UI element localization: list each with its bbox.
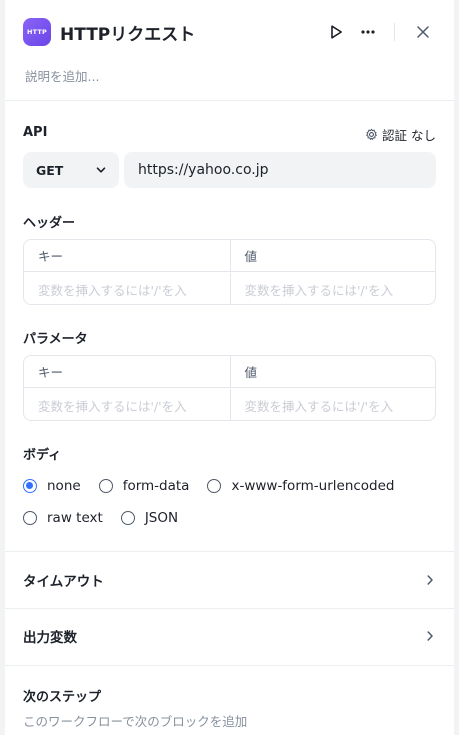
col-key: キー: [38, 249, 64, 264]
output-variables-toggle[interactable]: 出力変数: [5, 608, 454, 664]
divider: [5, 665, 454, 666]
chevron-down-icon: [96, 167, 106, 173]
more-icon: [361, 30, 375, 34]
url-value: https://yahoo.co.jp: [138, 162, 269, 178]
output-label: 出力変数: [23, 630, 77, 646]
panel-header: HTTP HTTPリクエスト: [5, 0, 454, 64]
radio-dot-selected: [23, 479, 37, 493]
table-row: 変数を挿入するには'/'を入 変数を挿入するには'/'を入: [24, 273, 436, 304]
api-label: API: [23, 125, 48, 140]
next-step-label: 次のステップ: [23, 690, 102, 705]
radio-dot: [207, 479, 222, 493]
more-button[interactable]: [356, 20, 380, 44]
table-row: 変数を挿入するには'/'を入 変数を挿入するには'/'を入: [24, 389, 436, 420]
description-input[interactable]: 説明を追加...: [25, 66, 99, 85]
timeout-label: タイムアウト: [23, 574, 104, 590]
radio-none[interactable]: none: [23, 478, 81, 494]
table-header-row: キー 値: [24, 240, 435, 272]
divider: [5, 100, 454, 101]
http-request-panel: HTTP HTTPリクエスト 説明を追加... API 認証 なし GET ht…: [5, 0, 454, 735]
params-table: キー 値 変数を挿入するには'/'を入 変数を挿入するには'/'を入: [23, 355, 436, 421]
col-value: 値: [229, 356, 436, 387]
gear-icon: [366, 128, 377, 140]
close-icon: [417, 26, 429, 38]
add-next-block-link[interactable]: このワークフローで次のブロックを追加: [23, 711, 247, 730]
body-type-radios-row2: raw text JSON: [23, 510, 196, 526]
timeout-section-toggle[interactable]: タイムアウト: [5, 552, 454, 608]
radio-form-data[interactable]: form-data: [98, 478, 189, 494]
header-divider: [394, 23, 395, 41]
url-input[interactable]: https://yahoo.co.jp: [124, 152, 436, 188]
panel-title: HTTPリクエスト: [60, 25, 196, 45]
col-value: 値: [229, 240, 436, 271]
headers-label: ヘッダー: [23, 216, 76, 231]
auth-settings-button[interactable]: 認証 なし: [365, 125, 436, 144]
body-type-radios-row1: none form-data x-www-form-urlencoded: [23, 478, 413, 494]
http-app-icon: HTTP: [23, 18, 51, 46]
chevron-right-icon: [427, 575, 433, 585]
run-button[interactable]: [324, 20, 348, 44]
param-value-input[interactable]: 変数を挿入するには'/'を入: [229, 389, 436, 420]
close-button[interactable]: [411, 20, 435, 44]
play-icon: [331, 25, 342, 39]
col-key: キー: [38, 365, 64, 380]
radio-urlencoded[interactable]: x-www-form-urlencoded: [207, 478, 395, 494]
radio-dot: [98, 479, 113, 493]
radio-raw-text[interactable]: raw text: [23, 510, 103, 526]
method-value: GET: [36, 162, 64, 178]
params-label: パラメータ: [23, 332, 88, 347]
auth-label: 認証 なし: [382, 128, 436, 143]
param-key-input[interactable]: 変数を挿入するには'/'を入: [24, 389, 230, 420]
chevron-right-icon: [427, 631, 433, 641]
headers-table: キー 値 変数を挿入するには'/'を入 変数を挿入するには'/'を入: [23, 239, 436, 305]
radio-json[interactable]: JSON: [120, 510, 178, 526]
radio-dot: [120, 511, 135, 525]
method-select[interactable]: GET: [23, 152, 119, 188]
header-value-input[interactable]: 変数を挿入するには'/'を入: [229, 273, 436, 304]
table-header-row: キー 値: [24, 356, 435, 388]
header-key-input[interactable]: 変数を挿入するには'/'を入: [24, 273, 230, 304]
radio-dot: [23, 511, 37, 525]
body-label: ボディ: [23, 448, 62, 463]
